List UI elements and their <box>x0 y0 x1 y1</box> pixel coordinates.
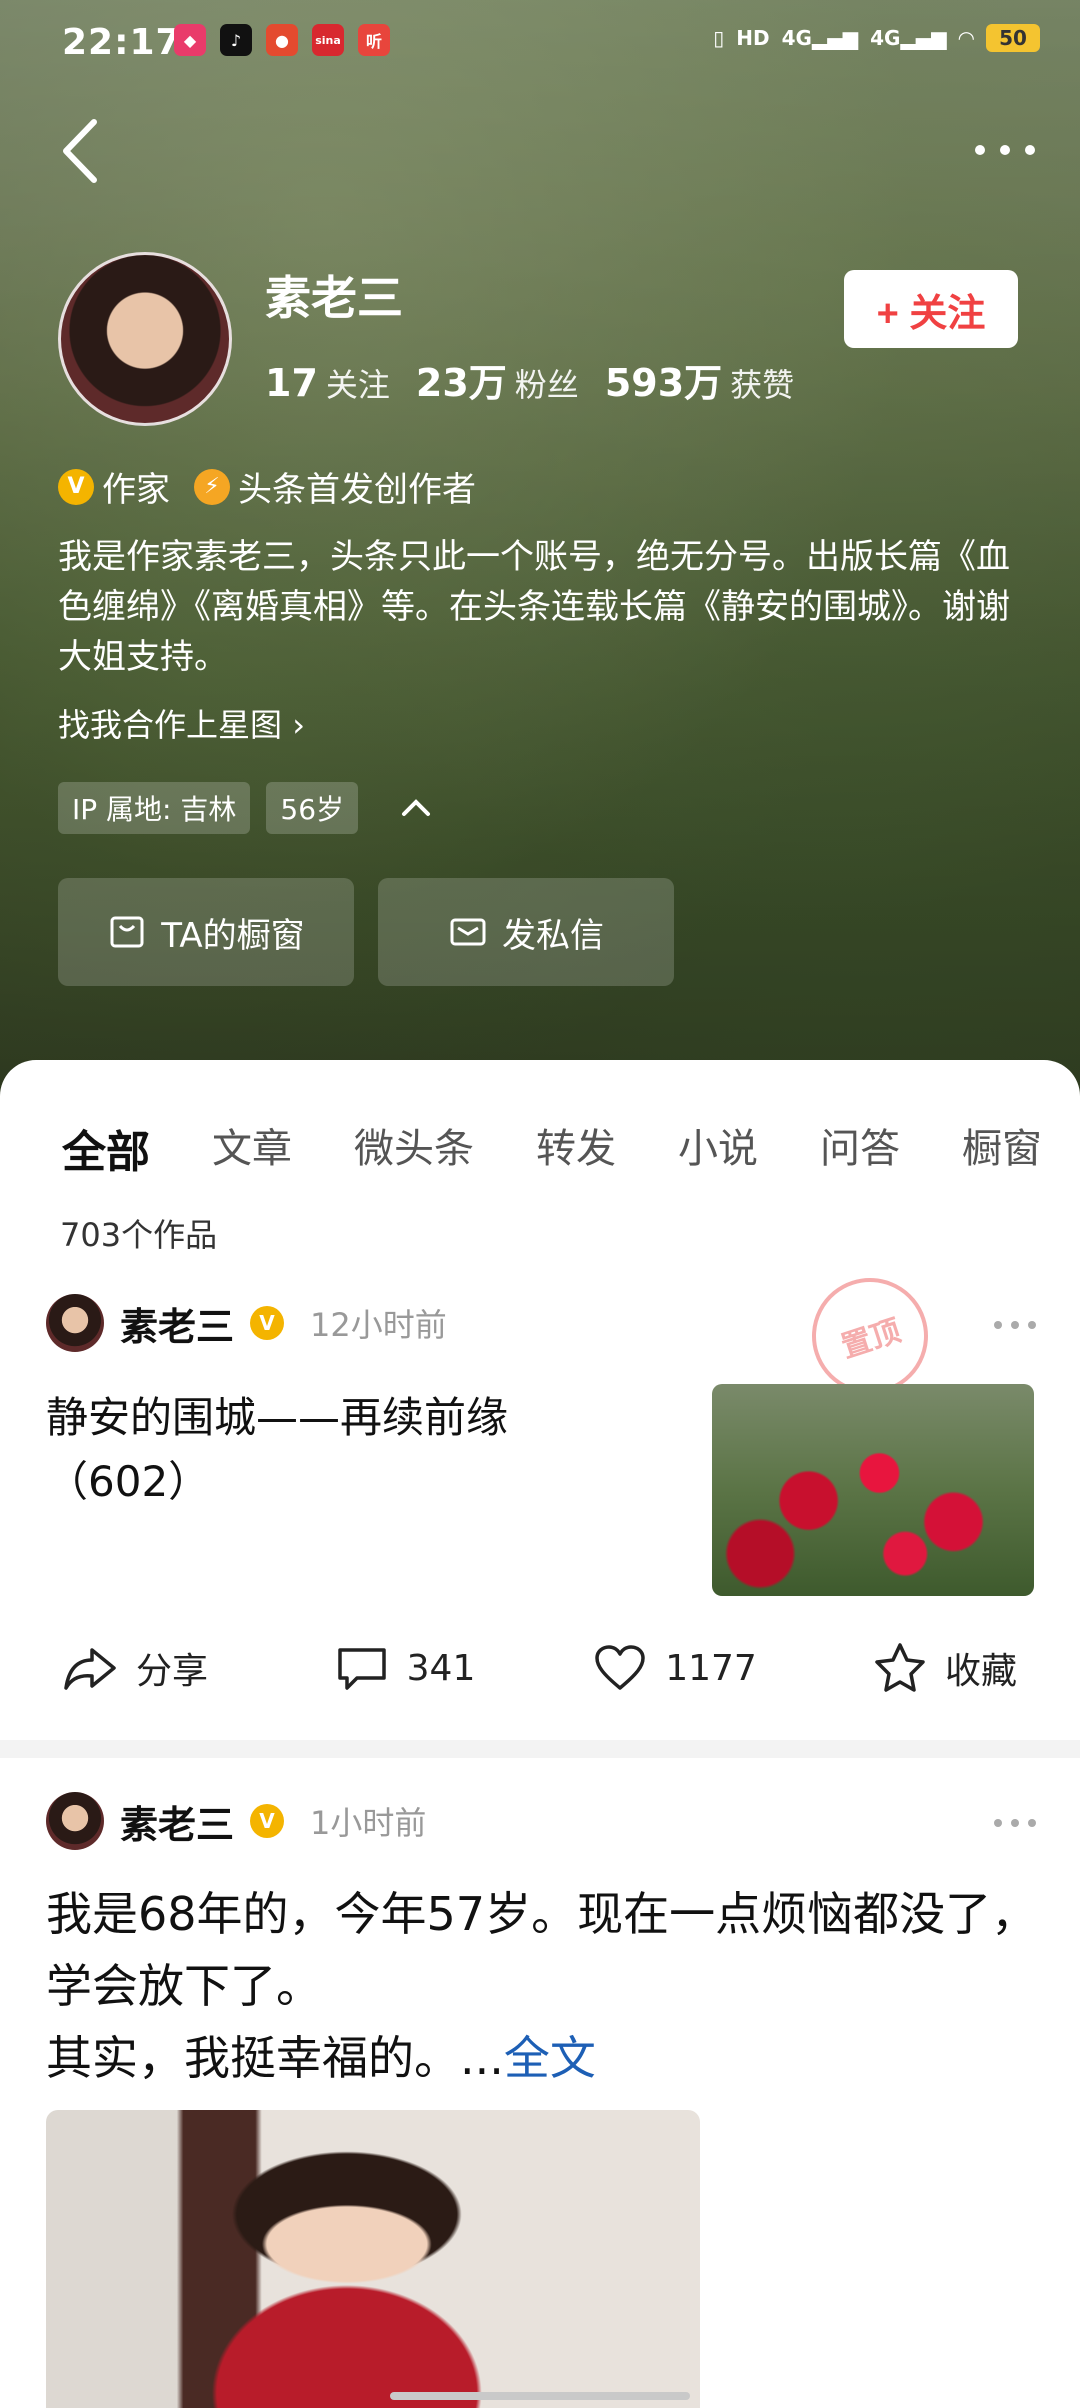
signal-icon-2: 4G▂▄▆ <box>870 26 947 50</box>
verified-icon: V <box>250 1306 285 1340</box>
tiktok-icon: ♪ <box>220 24 252 56</box>
content-tabs: 全部 文章 微头条 转发 小说 问答 橱窗 <box>62 1116 1042 1180</box>
tab-micro-posts[interactable]: 微头条 <box>354 1116 474 1180</box>
vibrate-icon: ▯ <box>713 26 725 50</box>
post2-author-row[interactable]: 素老三 V 1小时前 <box>46 1792 426 1850</box>
post1-thumbnail[interactable] <box>712 1384 1034 1596</box>
app-icon-3: ● <box>266 24 298 56</box>
tab-qa[interactable]: 问答 <box>820 1116 900 1180</box>
post1-title[interactable]: 静安的围城——再续前缘（602） <box>46 1386 606 1514</box>
comment-button[interactable]: 341 <box>270 1628 540 1708</box>
post2-photo[interactable] <box>46 2110 700 2408</box>
post1-avatar[interactable] <box>46 1294 104 1352</box>
like-button[interactable]: 1177 <box>540 1628 810 1708</box>
stat-likes[interactable]: 593万 获赞 <box>605 352 794 407</box>
hd-icon: HD <box>736 26 770 50</box>
notification-app-icons: ◆ ♪ ● sina 听 <box>174 24 390 56</box>
post1-time: 12小时前 <box>310 1306 447 1344</box>
profile-name: 素老三 <box>265 271 403 325</box>
profile-badges: V 作家 ⚡ 头条首发创作者 <box>58 462 476 511</box>
post1-author-row[interactable]: 素老三 V 12小时前 <box>46 1294 447 1352</box>
sina-icon: sina <box>312 24 344 56</box>
favorite-button[interactable]: 收藏 <box>810 1628 1080 1708</box>
app-icon-1: ◆ <box>174 24 206 56</box>
post2-author-name[interactable]: 素老三 <box>120 1794 234 1849</box>
post1-engagement-bar: 分享 341 1177 收藏 <box>0 1628 1080 1708</box>
post-divider <box>0 1740 1080 1758</box>
message-icon <box>450 918 486 946</box>
share-button[interactable]: 分享 <box>0 1628 270 1708</box>
tab-reposts[interactable]: 转发 <box>536 1116 616 1180</box>
tab-all[interactable]: 全部 <box>62 1116 150 1180</box>
badge-writer: V 作家 <box>58 462 170 511</box>
post2-text[interactable]: 我是68年的，今年57岁。现在一点烦恼都没了，学会放下了。 其实，我挺幸福的。.… <box>46 1878 1046 2094</box>
wifi-icon: ◠ <box>958 26 974 50</box>
post2-avatar[interactable] <box>46 1792 104 1850</box>
chevron-up-icon[interactable] <box>394 786 438 830</box>
send-message-button[interactable]: 发私信 <box>378 878 674 986</box>
star-icon <box>875 1643 925 1692</box>
tab-articles[interactable]: 文章 <box>212 1116 292 1180</box>
back-arrow-icon[interactable] <box>58 116 106 186</box>
badge-toutiao-creator: ⚡ 头条首发创作者 <box>194 462 476 511</box>
tab-shop-window[interactable]: 橱窗 <box>962 1116 1042 1180</box>
profile-actions: TA的橱窗 发私信 <box>58 878 674 986</box>
lightning-badge-icon: ⚡ <box>194 468 230 505</box>
shop-window-button[interactable]: TA的橱窗 <box>58 878 354 986</box>
v-badge-icon: V <box>58 468 94 505</box>
comment-icon <box>337 1648 386 1690</box>
status-right: ▯ HD 4G▂▄▆ 4G▂▄▆ ◠ 50 <box>713 24 1040 52</box>
tab-novels[interactable]: 小说 <box>678 1116 758 1180</box>
shop-window-icon <box>110 916 144 948</box>
xingtu-link[interactable]: 找我合作上星图 › <box>58 700 305 746</box>
profile-bio: 我是作家素老三，头条只此一个账号，绝无分号。出版长篇《血色缠绵》《离婚真相》等。… <box>58 537 1010 677</box>
post1-author-name[interactable]: 素老三 <box>120 1296 234 1351</box>
age-tag: 56岁 <box>266 782 359 834</box>
post2-more-icon[interactable] <box>990 1808 1040 1838</box>
ip-location-tag: IP 属地: 吉林 <box>58 782 251 834</box>
battery-icon: 50 <box>986 24 1040 52</box>
profile-tags: IP 属地: 吉林 56岁 <box>58 782 438 834</box>
status-time: 22:17 <box>62 22 182 63</box>
more-options-icon[interactable] <box>970 130 1040 170</box>
post1-more-icon[interactable] <box>990 1310 1040 1340</box>
post2-time: 1小时前 <box>310 1804 427 1842</box>
profile-stats: 17 关注 23万 粉丝 593万 获赞 <box>265 352 794 407</box>
follow-button[interactable]: + 关注 <box>844 270 1018 348</box>
post2-text-line2: 其实，我挺幸福的。...全文 <box>46 2031 596 2085</box>
signal-icon-1: 4G▂▄▆ <box>781 26 859 50</box>
ting-icon: 听 <box>358 24 390 56</box>
chevron-right-icon: › <box>292 706 305 744</box>
works-count: 703个作品 <box>60 1216 218 1254</box>
profile-avatar[interactable] <box>58 252 232 426</box>
full-text-link[interactable]: 全文 <box>504 2031 596 2085</box>
home-indicator[interactable] <box>390 2392 690 2400</box>
status-bar: 22:17 ◆ ♪ ● sina 听 ▯ HD 4G▂▄▆ 4G▂▄▆ ◠ 50 <box>62 18 1040 68</box>
stat-following[interactable]: 17 关注 <box>265 360 390 406</box>
verified-icon: V <box>250 1804 285 1838</box>
share-icon <box>64 1648 116 1690</box>
stat-followers[interactable]: 23万 粉丝 <box>416 352 579 407</box>
heart-icon <box>595 1645 645 1690</box>
post2-text-line1: 我是68年的，今年57岁。现在一点烦恼都没了，学会放下了。 <box>46 1887 1038 2013</box>
